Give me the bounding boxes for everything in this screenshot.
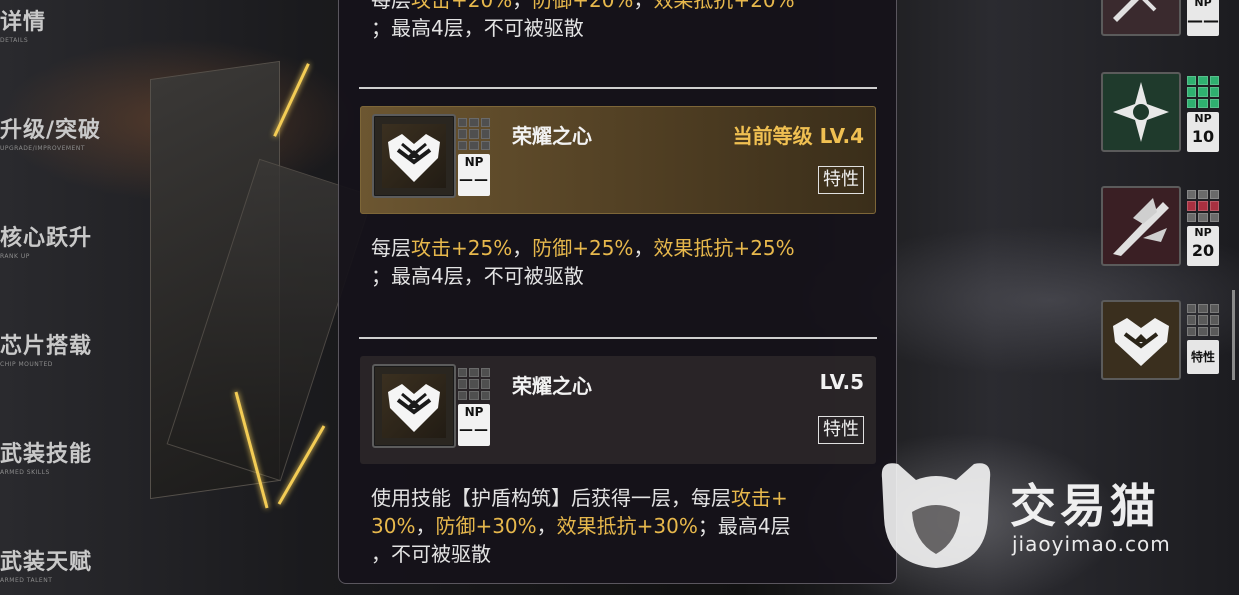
np-value: 10 <box>1191 127 1215 146</box>
chip-frame <box>1101 186 1181 266</box>
nav-item-chip-mounted[interactable]: 芯片搭载 CHIP MOUNTED <box>0 328 140 368</box>
np-value: —— <box>1187 11 1219 30</box>
desc-text: ；最高4层，不可被驱散 <box>371 16 584 40</box>
nav-sublabel: UPGRADE/IMPROVEMENT <box>0 145 85 152</box>
chip-icon: NP —— <box>372 114 492 198</box>
nav-label: 详情 <box>0 10 47 35</box>
prev-level-description: 每层攻击+20%，防御+20%，效果抵抗+20% ；最高4层，不可被驱散 <box>371 0 871 42</box>
chip-list-item[interactable]: NP —— <box>1101 0 1225 42</box>
desc-attack: 攻击+25% <box>411 236 513 260</box>
next-level-description: 使用技能【护盾构筑】后获得一层，每层攻击+ 30%，防御+30%，效果抵抗+30… <box>371 484 871 568</box>
np-badge: NP 10 <box>1187 112 1219 152</box>
chip-frame <box>372 364 456 448</box>
heart-shield-icon <box>388 384 440 432</box>
trait-badge: 特性 <box>1187 340 1219 374</box>
desc-resistance: 效果抵抗+30% <box>556 514 698 538</box>
desc-text: ，不可被驱散 <box>371 542 491 566</box>
desc-separator: ， <box>633 236 654 260</box>
np-badge: NP —— <box>458 404 490 446</box>
current-skill-card[interactable]: NP —— 荣耀之心 当前等级 LV.4 特性 <box>360 106 876 214</box>
desc-separator: ， <box>415 514 436 538</box>
desc-separator: ， <box>633 0 654 12</box>
np-label: NP <box>1194 226 1212 239</box>
skill-name: 荣耀之心 <box>512 374 592 398</box>
nav-label: 武装天赋 <box>0 550 93 575</box>
chip-slot-grid <box>1187 304 1219 336</box>
desc-text: ；最高4层，不可被驱散 <box>371 264 584 288</box>
cat-logo-icon <box>881 463 991 568</box>
desc-text: 每层 <box>371 0 411 12</box>
chip-frame <box>1101 300 1181 380</box>
chip-list-item[interactable]: NP 10 <box>1101 72 1225 158</box>
chip-list-item-selected[interactable]: 特性 <box>1101 300 1225 386</box>
nav-item-armed-talent[interactable]: 武装天赋 ARMED TALENT <box>0 544 140 584</box>
watermark: 交易猫 jiaoyimao.com <box>872 458 1192 573</box>
nav-label: 芯片搭载 <box>0 334 93 359</box>
nav-sublabel: CHIP MOUNTED <box>0 361 53 368</box>
chip-slot-grid <box>1187 76 1219 108</box>
nav-item-rank-up[interactable]: 核心跃升 RANK UP <box>0 220 140 260</box>
skill-level: 当前等级 LV.4 <box>732 124 864 148</box>
trait-tag: 特性 <box>818 416 864 444</box>
next-skill-card[interactable]: NP —— 荣耀之心 LV.5 特性 <box>360 356 876 464</box>
np-value: 20 <box>1191 241 1215 260</box>
current-level-description: 每层攻击+25%，防御+25%，效果抵抗+25% ；最高4层，不可被驱散 <box>371 234 871 290</box>
divider <box>359 337 877 339</box>
skill-name: 荣耀之心 <box>512 124 592 148</box>
watermark-text: 交易猫 <box>1010 479 1160 533</box>
np-label: NP <box>464 405 484 419</box>
np-badge: NP —— <box>1187 0 1219 36</box>
desc-resistance: 效果抵抗+20% <box>653 0 795 12</box>
nav-sublabel: RANK UP <box>0 253 30 260</box>
nav-item-upgrade[interactable]: 升级/突破 UPGRADE/IMPROVEMENT <box>0 112 140 152</box>
left-nav: 详情 DETAILS 升级/突破 UPGRADE/IMPROVEMENT 核心跃… <box>0 0 120 595</box>
nav-label: 武装技能 <box>0 442 93 467</box>
chip-slot-grid <box>458 368 490 400</box>
scrollbar[interactable] <box>1232 290 1235 380</box>
nav-item-armed-skills[interactable]: 武装技能 ARMED SKILLS <box>0 436 140 476</box>
desc-attack: 30% <box>371 514 416 538</box>
nav-label: 升级/突破 <box>0 118 102 143</box>
nav-label: 核心跃升 <box>0 226 93 251</box>
nav-item-details[interactable]: 详情 DETAILS <box>0 4 140 44</box>
sword-icon <box>1113 0 1157 22</box>
desc-defense: 防御+20% <box>532 0 634 12</box>
chip-slot-grid <box>458 118 490 150</box>
heart-shield-icon <box>388 134 440 182</box>
chip-slot-grid <box>1187 190 1219 222</box>
trait-tag: 特性 <box>818 166 864 194</box>
nav-sublabel: DETAILS <box>0 37 29 44</box>
desc-separator: ， <box>512 236 533 260</box>
heart-shield-icon <box>1113 318 1169 366</box>
desc-defense: 防御+30% <box>435 514 537 538</box>
nav-sublabel: ARMED SKILLS <box>0 469 50 476</box>
np-value: —— <box>459 172 489 188</box>
chip-icon: NP —— <box>372 364 492 448</box>
desc-text: ；最高4层 <box>697 514 791 538</box>
desc-resistance: 效果抵抗+25% <box>653 236 795 260</box>
chip-list-item[interactable]: NP 20 <box>1101 186 1225 272</box>
np-value: —— <box>459 422 489 438</box>
desc-separator: ， <box>536 514 557 538</box>
divider <box>359 87 877 89</box>
np-badge: NP —— <box>458 154 490 196</box>
chip-frame <box>1101 0 1181 36</box>
np-label: NP <box>464 155 484 169</box>
desc-text: 使用技能【护盾构筑】后获得一层，每层 <box>371 486 731 510</box>
nav-sublabel: ARMED TALENT <box>0 577 53 584</box>
desc-attack: 攻击+ <box>731 486 788 510</box>
desc-text: 每层 <box>371 236 411 260</box>
np-label: NP <box>1194 112 1212 125</box>
star-burst-icon <box>1113 82 1169 142</box>
np-label: NP <box>1194 0 1212 9</box>
np-badge: NP 20 <box>1187 226 1219 266</box>
watermark-url: jiaoyimao.com <box>1012 532 1171 556</box>
wing-blade-icon <box>1113 198 1169 256</box>
desc-separator: ， <box>512 0 533 12</box>
desc-attack: 攻击+20% <box>411 0 513 12</box>
chip-frame <box>372 114 456 198</box>
desc-defense: 防御+25% <box>532 236 634 260</box>
chip-frame <box>1101 72 1181 152</box>
skill-level: LV.5 <box>819 370 864 394</box>
